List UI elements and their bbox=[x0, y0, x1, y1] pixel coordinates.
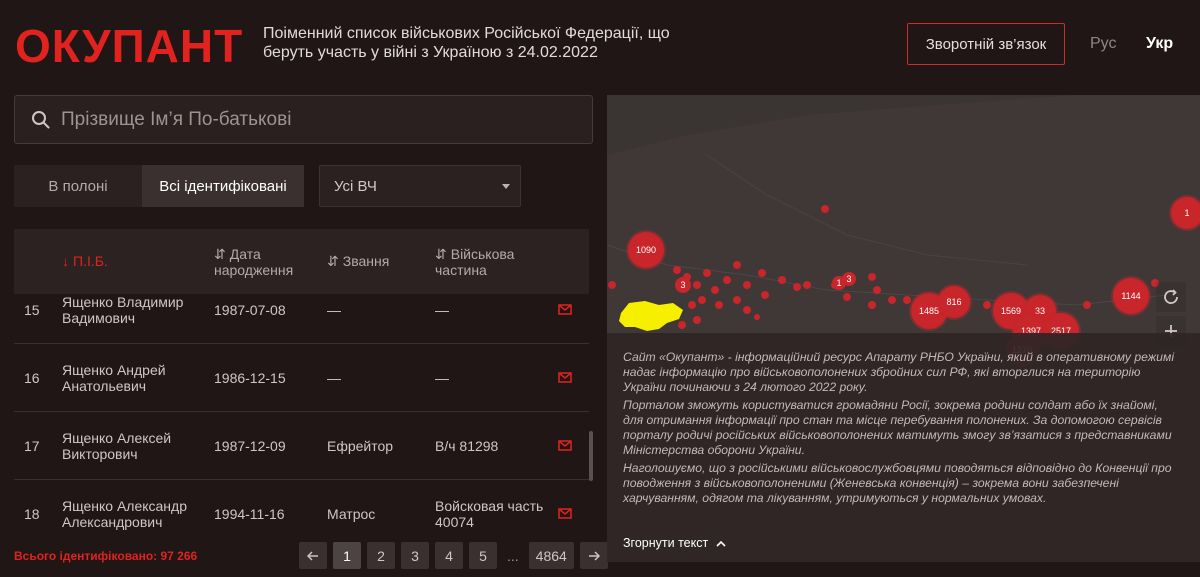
page-button[interactable]: 1 bbox=[333, 542, 361, 569]
cluster-label: 1 bbox=[1184, 208, 1189, 218]
collapse-text-button[interactable]: Згорнути текст bbox=[623, 536, 726, 550]
cluster-label: 1569 bbox=[1001, 306, 1021, 316]
arrow-left-icon bbox=[307, 550, 318, 561]
mail-icon[interactable] bbox=[558, 506, 572, 522]
row-rank: Матрос bbox=[327, 506, 376, 522]
row-rank: — bbox=[327, 370, 341, 386]
row-birth-date: 1994-11-16 bbox=[214, 506, 285, 522]
info-paragraph: Сайт «Окупант» - інформаційний ресурс Ап… bbox=[623, 350, 1175, 394]
search-icon bbox=[32, 110, 50, 128]
chevron-up-icon bbox=[716, 540, 726, 547]
site-subtitle: Поіменний список військових Російської Ф… bbox=[263, 25, 670, 61]
tab-captive[interactable]: В полоні bbox=[14, 165, 142, 207]
search-box bbox=[14, 95, 593, 144]
table-body[interactable]: 15 Ященко Владимир Вадимович 1987-07-08 … bbox=[14, 294, 589, 540]
cluster-label: 1 bbox=[836, 278, 841, 288]
column-rank-header[interactable]: ⇵ Звання bbox=[327, 253, 389, 269]
row-rank: — bbox=[327, 302, 341, 318]
column-birth-header[interactable]: ⇵ Дата народження bbox=[214, 246, 309, 278]
row-unit: — bbox=[435, 302, 449, 318]
filter-tabs: В полоні Всі ідентифіковані bbox=[14, 165, 304, 207]
lang-ru-link[interactable]: Рус bbox=[1090, 35, 1117, 53]
last-page-button[interactable]: 4864 bbox=[528, 542, 574, 569]
info-paragraph: Порталом зможуть користуватися громадяни… bbox=[623, 398, 1172, 457]
total-identified: Всього ідентифіковано: 97 266 bbox=[14, 549, 198, 563]
row-name: Ященко Андрей Анатольевич bbox=[62, 362, 166, 394]
search-input[interactable] bbox=[61, 108, 561, 131]
mail-icon[interactable] bbox=[558, 302, 572, 318]
pagination: 1 2 3 4 5 ... 4864 bbox=[299, 542, 608, 569]
mail-icon[interactable] bbox=[558, 438, 572, 454]
table-header: ↓ П.І.Б. ⇵ Дата народження ⇵ Звання ⇵ Військ… bbox=[14, 229, 589, 294]
page-button[interactable]: 3 bbox=[401, 542, 429, 569]
table-row[interactable]: 16 Ященко Андрей Анатольевич 1986-12-15 … bbox=[14, 344, 589, 412]
table-scrollbar[interactable] bbox=[589, 431, 593, 481]
unit-select-value: Усі ВЧ bbox=[334, 177, 377, 195]
row-unit: Войсковая часть 40074 bbox=[435, 498, 544, 530]
cluster-label: 3 bbox=[846, 274, 851, 284]
row-birth-date: 1986-12-15 bbox=[214, 370, 286, 386]
row-rank: Ефрейтор bbox=[327, 438, 394, 454]
row-unit: В/ч 81298 bbox=[435, 438, 499, 454]
tab-all-identified[interactable]: Всі ідентифіковані bbox=[142, 165, 304, 207]
row-number: 18 bbox=[24, 506, 40, 522]
mail-icon[interactable] bbox=[558, 370, 572, 386]
page-button[interactable]: 2 bbox=[367, 542, 395, 569]
cluster-label: 1090 bbox=[636, 245, 656, 255]
column-unit-header[interactable]: ⇵ Військова частина bbox=[435, 246, 545, 278]
page-ellipsis: ... bbox=[507, 547, 519, 564]
collapse-text-label: Згорнути текст bbox=[623, 536, 709, 550]
info-panel: Сайт «Окупант» - інформаційний ресурс Ап… bbox=[607, 333, 1200, 562]
refresh-icon[interactable] bbox=[1156, 282, 1186, 312]
row-birth-date: 1987-07-08 bbox=[214, 302, 286, 318]
arrow-right-icon bbox=[588, 550, 600, 561]
row-name: Ященко Александр Александрович bbox=[62, 498, 187, 530]
sort-icon: ⇵ bbox=[214, 246, 226, 262]
page-button[interactable]: 5 bbox=[469, 542, 497, 569]
chevron-down-icon bbox=[502, 184, 510, 189]
row-number: 15 bbox=[24, 302, 40, 318]
unit-select[interactable]: Усі ВЧ bbox=[319, 165, 521, 207]
cluster-label: 1485 bbox=[919, 306, 939, 316]
site-logo[interactable]: ОКУПАНТ bbox=[15, 22, 243, 70]
row-number: 17 bbox=[24, 438, 40, 454]
cluster-label: 3 bbox=[680, 280, 685, 290]
page-button[interactable]: 4 bbox=[435, 542, 463, 569]
info-paragraph: Наголошуємо, що з російськими військовос… bbox=[623, 461, 1172, 505]
table-row[interactable]: 15 Ященко Владимир Вадимович 1987-07-08 … bbox=[14, 294, 589, 344]
table-row[interactable]: 18 Ященко Александр Александрович 1994-1… bbox=[14, 480, 589, 540]
row-name: Ященко Алексей Викторович bbox=[62, 430, 172, 462]
next-page-button[interactable] bbox=[579, 542, 608, 569]
cluster-label: 816 bbox=[946, 297, 961, 307]
sort-icon: ⇵ bbox=[435, 246, 447, 262]
prev-page-button[interactable] bbox=[299, 542, 327, 569]
cluster-label: 1144 bbox=[1121, 291, 1140, 301]
row-unit: — bbox=[435, 370, 449, 386]
column-name-header[interactable]: ↓ П.І.Б. bbox=[62, 253, 108, 269]
sort-icon: ⇵ bbox=[327, 253, 339, 269]
sort-down-icon: ↓ bbox=[62, 253, 69, 269]
map[interactable]: 1090 3 1 3 1485 816 1569 33 1397 2517 12… bbox=[607, 95, 1200, 562]
row-name: Ященко Владимир Вадимович bbox=[62, 294, 184, 326]
feedback-button[interactable]: Зворотній зв’язок bbox=[907, 23, 1065, 65]
lang-uk-link[interactable]: Укр bbox=[1146, 35, 1173, 53]
row-birth-date: 1987-12-09 bbox=[214, 438, 286, 454]
row-number: 16 bbox=[24, 370, 40, 386]
table-row[interactable]: 17 Ященко Алексей Викторович 1987-12-09 … bbox=[14, 412, 589, 480]
